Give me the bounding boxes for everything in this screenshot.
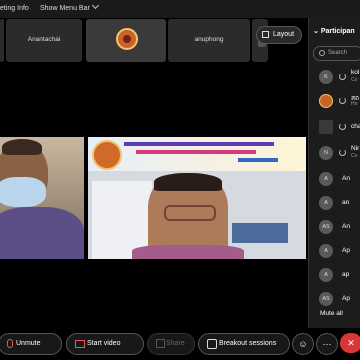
avatar: A: [319, 196, 333, 210]
device-icon: [319, 120, 333, 134]
filmstrip-thumb[interactable]: [86, 19, 166, 62]
participant-role: Ho: [351, 101, 358, 107]
banner-text-stroke: [136, 150, 256, 154]
banner-text-stroke: [238, 158, 278, 162]
participant-row[interactable]: AS An: [309, 216, 360, 238]
participant-row[interactable]: K kol Co: [309, 66, 360, 88]
participant-video[interactable]: [0, 137, 84, 259]
avatar: AS: [319, 220, 333, 234]
more-options-icon[interactable]: ⋯: [316, 333, 338, 355]
chevron-down-icon[interactable]: ⌄: [313, 28, 321, 35]
video-background-banner: [88, 137, 306, 171]
avatar: AS: [319, 292, 333, 306]
video-figure: [2, 139, 42, 155]
layout-button[interactable]: Layout: [256, 26, 302, 44]
organization-logo-icon: [116, 28, 138, 50]
share-label: Share: [166, 340, 185, 347]
participant-row[interactable]: A an: [309, 192, 360, 214]
reactions-icon[interactable]: ☺: [292, 333, 314, 355]
video-figure: [0, 207, 84, 259]
share-icon: [156, 339, 165, 348]
avatar: A: [319, 172, 333, 186]
camera-off-icon: [75, 340, 85, 348]
participant-video[interactable]: [88, 137, 306, 259]
banner-text-stroke: [124, 142, 274, 146]
chevron-down-icon: [91, 1, 99, 10]
filmstrip-thumb[interactable]: [0, 19, 4, 62]
participant-name: cha: [351, 123, 360, 130]
participant-name: Ap: [342, 247, 350, 254]
participants-search-input[interactable]: Search: [313, 46, 360, 61]
breakout-sessions-button[interactable]: Breakout sessions: [198, 333, 290, 355]
participant-name: An: [342, 223, 350, 230]
filmstrip-thumb[interactable]: Anantachai: [6, 19, 82, 62]
video-background: [232, 223, 288, 243]
search-placeholder: Search: [328, 50, 348, 56]
avatar: A: [319, 268, 333, 282]
leave-meeting-button[interactable]: ✕: [340, 333, 360, 353]
sync-icon: [339, 97, 346, 104]
participant-name: ap: [342, 271, 350, 278]
show-menu-bar-toggle[interactable]: Show Menu Bar: [40, 1, 99, 12]
thumb-name: Anantachai: [27, 36, 61, 43]
participant-row[interactable]: cha: [309, 116, 360, 138]
participant-row[interactable]: A An: [309, 168, 360, 190]
unmute-button[interactable]: Unmute: [0, 333, 62, 355]
participant-row[interactable]: AS Ap: [309, 288, 360, 310]
participant-name: Nir: [351, 145, 360, 152]
filmstrip-thumb[interactable]: anuphong: [168, 19, 250, 62]
participant-name: An: [342, 175, 350, 182]
search-icon: [319, 50, 325, 56]
unmute-label: Unmute: [16, 340, 41, 347]
participant-row[interactable]: สถ Ho: [309, 90, 360, 112]
participants-title: ⌄ Participan: [313, 27, 355, 35]
top-menu-bar: eting Info Show Menu Bar: [0, 0, 360, 18]
participant-name: Ap: [342, 295, 350, 302]
video-figure: [0, 177, 46, 207]
sync-icon: [339, 123, 346, 130]
microphone-muted-icon: [7, 339, 13, 348]
video-figure: [132, 245, 244, 259]
sync-icon: [339, 73, 346, 80]
participant-row[interactable]: N Nir Co: [309, 142, 360, 164]
start-video-button[interactable]: Start video: [66, 333, 144, 355]
avatar: K: [319, 70, 333, 84]
video-figure: [154, 173, 222, 191]
participants-panel: ⌄ Participan Search K kol Co สถ Ho cha N…: [308, 18, 360, 328]
share-button[interactable]: Share: [147, 333, 195, 355]
mute-all-button[interactable]: Mute all: [320, 310, 343, 317]
video-figure: [164, 205, 216, 221]
participant-name: an: [342, 199, 350, 206]
meeting-info-menu[interactable]: eting Info: [0, 5, 29, 12]
show-menu-bar-label: Show Menu Bar: [40, 5, 90, 12]
breakout-sessions-label: Breakout sessions: [219, 340, 277, 347]
participant-row[interactable]: A ap: [309, 264, 360, 286]
avatar: N: [319, 146, 333, 160]
participant-role: Co: [351, 77, 358, 83]
sync-icon: [339, 149, 346, 156]
participant-name: kol: [351, 69, 360, 76]
avatar: A: [319, 244, 333, 258]
organization-logo-icon: [319, 94, 333, 108]
start-video-label: Start video: [87, 340, 121, 347]
layout-label: Layout: [273, 31, 295, 38]
participant-role: Co: [351, 153, 358, 159]
thumb-name: anuphong: [194, 36, 224, 43]
organization-seal-icon: [92, 140, 122, 170]
layout-grid-icon: [262, 31, 269, 38]
breakout-icon: [207, 339, 217, 349]
participants-title-text: Participan: [320, 28, 355, 35]
meeting-controls: Unmute Start video Share Breakout sessio…: [0, 328, 360, 360]
participant-row[interactable]: A Ap: [309, 240, 360, 262]
